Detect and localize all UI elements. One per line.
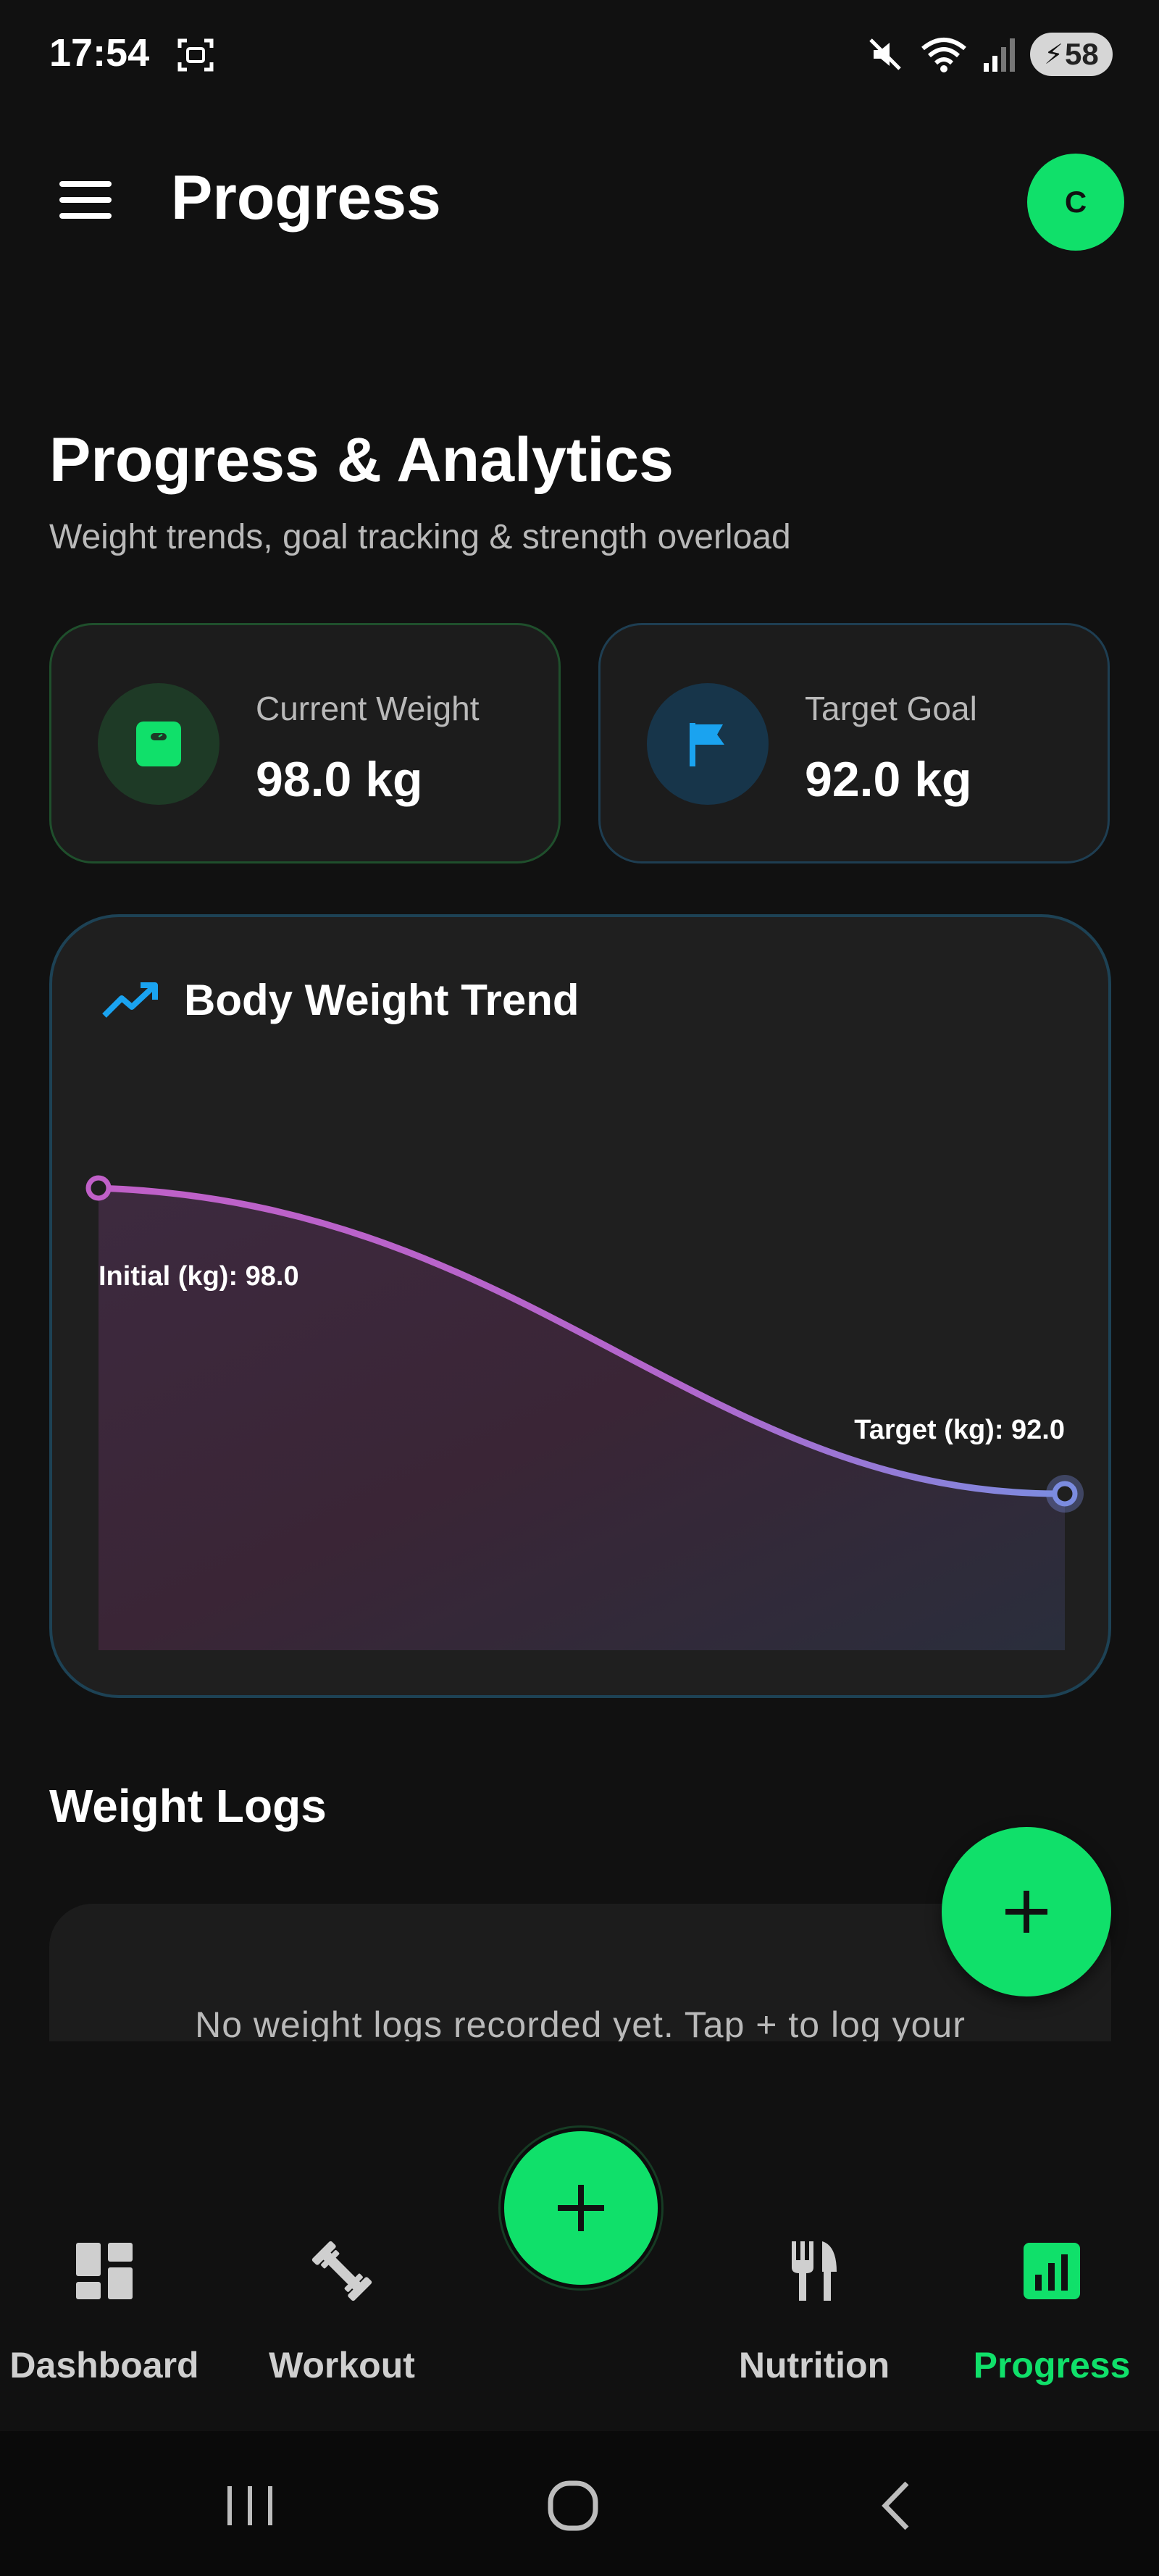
target-goal-label: Target Goal [805,690,977,727]
current-weight-card: Current Weight 98.0 kg [49,623,561,863]
charging-icon: ⚡ [1044,39,1063,70]
quick-add-button[interactable] [504,2131,658,2285]
current-weight-label: Current Weight [256,690,480,727]
bar-chart-icon [1024,2243,1080,2299]
battery-indicator: ⚡ 58 [1030,33,1113,76]
screenshot-icon [177,38,214,72]
nav-item-dashboard[interactable]: Dashboard [0,2079,220,2391]
page-title: Progress & Analytics [49,425,674,495]
add-weight-log-button[interactable] [942,1827,1111,1996]
target-goal-card: Target Goal 92.0 kg [598,623,1110,863]
status-icons: ⚡ 58 [865,29,1113,80]
wifi-icon [921,38,966,72]
chart-point[interactable] [1052,1481,1078,1507]
weight-trend-card: Body Weight Trend Initial (kg): 98.0 Targ… [49,914,1111,1698]
weight-trend-chart: Initial (kg): 98.0 Target (kg): 92.0 [85,1175,1084,1650]
current-weight-value: 98.0 kg [256,752,423,807]
top-app-bar: Progress C [0,130,1159,268]
app-bar-title: Progress [171,163,441,233]
plus-icon [1005,1891,1047,1933]
chart-point-label: Initial (kg): 98.0 [99,1261,299,1292]
target-goal-value: 92.0 kg [805,752,972,807]
nav-item-progress[interactable]: Progress [936,2079,1159,2391]
back-icon[interactable] [866,2473,932,2538]
dumbbell-icon [311,2241,372,2301]
status-time: 17:54 [49,31,150,75]
nav-item-nutrition[interactable]: Nutrition [698,2079,930,2391]
nav-label-dashboard: Dashboard [9,2345,199,2385]
avatar[interactable]: C [1027,154,1124,251]
status-bar: 17:54 ⚡ 58 [0,0,1159,109]
cutlery-icon [792,2241,837,2301]
page-subtitle: Weight trends, goal tracking & strength … [49,518,791,556]
nav-item-workout[interactable]: Workout [226,2079,458,2391]
dashboard-icon [76,2243,133,2299]
chart-point[interactable] [85,1175,112,1201]
signal-icon [984,38,1015,72]
battery-level: 58 [1064,37,1099,71]
home-icon[interactable] [540,2473,606,2538]
system-navigation-bar [0,2431,1159,2576]
nav-label-progress: Progress [973,2345,1131,2385]
recent-apps-icon[interactable] [217,2473,283,2538]
weight-logs-title: Weight Logs [49,1780,327,1832]
flag-icon [690,723,724,766]
plus-icon [558,2185,604,2231]
nav-label-nutrition: Nutrition [738,2345,890,2385]
scale-icon [136,722,181,766]
empty-state-text: No weight logs recorded yet. Tap + to lo… [195,2004,966,2041]
menu-icon[interactable] [57,178,114,222]
chart-point-label: Target (kg): 92.0 [854,1415,1065,1445]
nav-label-workout: Workout [269,2345,415,2385]
mute-icon [869,38,901,70]
